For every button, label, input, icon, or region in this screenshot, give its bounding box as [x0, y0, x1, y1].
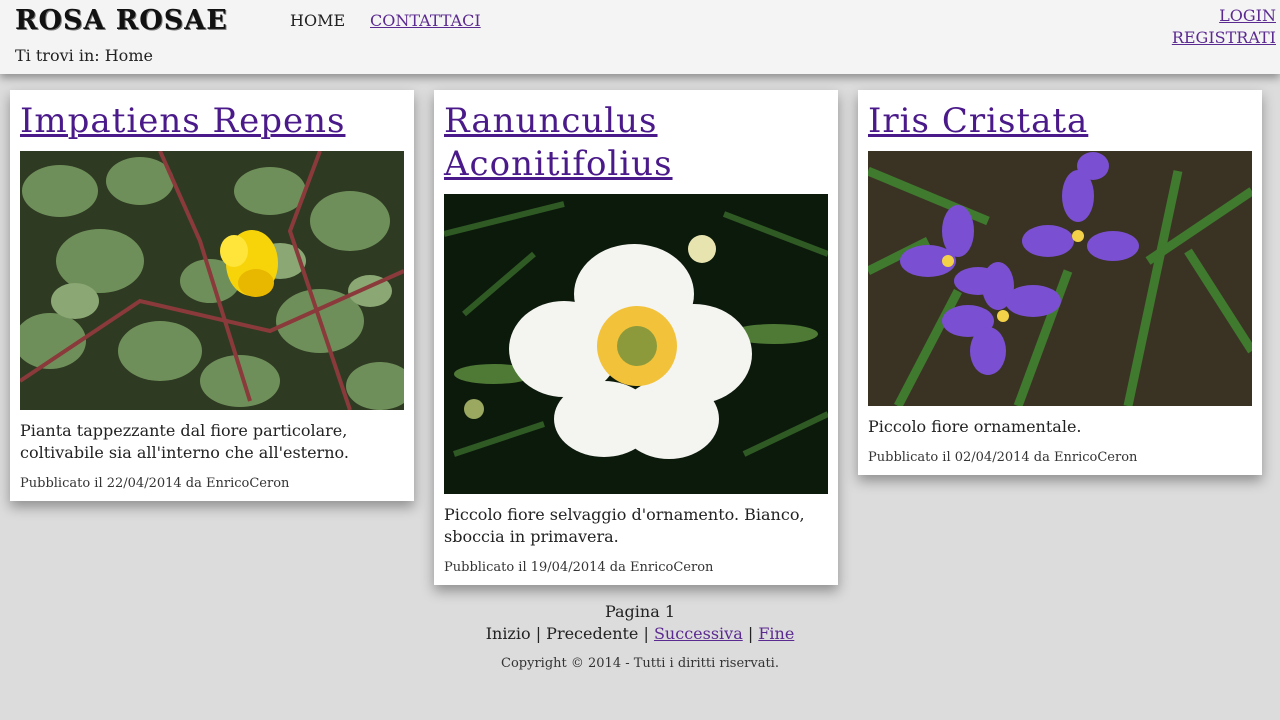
card-title-link[interactable]: Impatiens Repens: [20, 101, 345, 141]
site-logo[interactable]: ROSA ROSAE: [15, 6, 228, 36]
card-title: Iris Cristata: [868, 100, 1252, 143]
pager-last-link[interactable]: Fine: [758, 624, 794, 643]
article-card: Iris Cristata Piccolo fiore ornamentale.…: [858, 90, 1262, 475]
card-description: Piccolo fiore ornamentale.: [868, 417, 1082, 436]
card-title-link[interactable]: Ranunculus Aconitifolius: [444, 101, 673, 184]
login-link[interactable]: LOGIN: [1172, 5, 1276, 27]
card-meta: Pubblicato il 22/04/2014 da EnricoCeron: [20, 476, 290, 491]
card-title-link[interactable]: Iris Cristata: [868, 101, 1088, 141]
user-links: LOGIN REGISTRATI: [1172, 5, 1276, 49]
breadcrumb: Ti trovi in: Home: [15, 46, 153, 65]
impatiens-photo[interactable]: [20, 151, 404, 410]
article-card: Impatiens Repens Pianta tappezzante dal …: [10, 90, 414, 501]
card-title: Ranunculus Aconitifolius: [444, 100, 828, 186]
nav-home-link[interactable]: HOME: [290, 11, 345, 30]
register-link[interactable]: REGISTRATI: [1172, 27, 1276, 49]
nav-contact-link[interactable]: CONTATTACI: [370, 11, 481, 30]
pager-prev: Precedente: [546, 624, 639, 643]
card-title: Impatiens Repens: [20, 100, 404, 143]
iris-photo[interactable]: [868, 151, 1252, 406]
card-description: Pianta tappezzante dal fiore particolare…: [20, 421, 349, 462]
pagination: Pagina 1 Inizio | Precedente | Successiv…: [0, 601, 1280, 645]
ranunculus-photo[interactable]: [444, 194, 828, 494]
page-label: Pagina 1: [604, 602, 676, 621]
pager-separator: |: [638, 624, 654, 643]
pager-separator: |: [530, 624, 547, 643]
copyright: Copyright © 2014 - Tutti i diritti riser…: [501, 656, 779, 671]
pager-separator: |: [742, 624, 759, 643]
card-meta: Pubblicato il 19/04/2014 da EnricoCeron: [444, 560, 714, 575]
pager-links: Inizio | Precedente | Successiva | Fine: [0, 623, 1280, 645]
card-meta: Pubblicato il 02/04/2014 da EnricoCeron: [868, 450, 1138, 465]
card-description: Piccolo fiore selvaggio d'ornamento. Bia…: [444, 505, 805, 546]
site-header: ROSA ROSAE HOME CONTATTACI LOGIN REGISTR…: [0, 0, 1280, 74]
pager-first: Inizio: [485, 624, 531, 643]
article-card: Ranunculus Aconitifolius Piccolo fiore s…: [434, 90, 838, 585]
pager-next-link[interactable]: Successiva: [654, 624, 743, 643]
